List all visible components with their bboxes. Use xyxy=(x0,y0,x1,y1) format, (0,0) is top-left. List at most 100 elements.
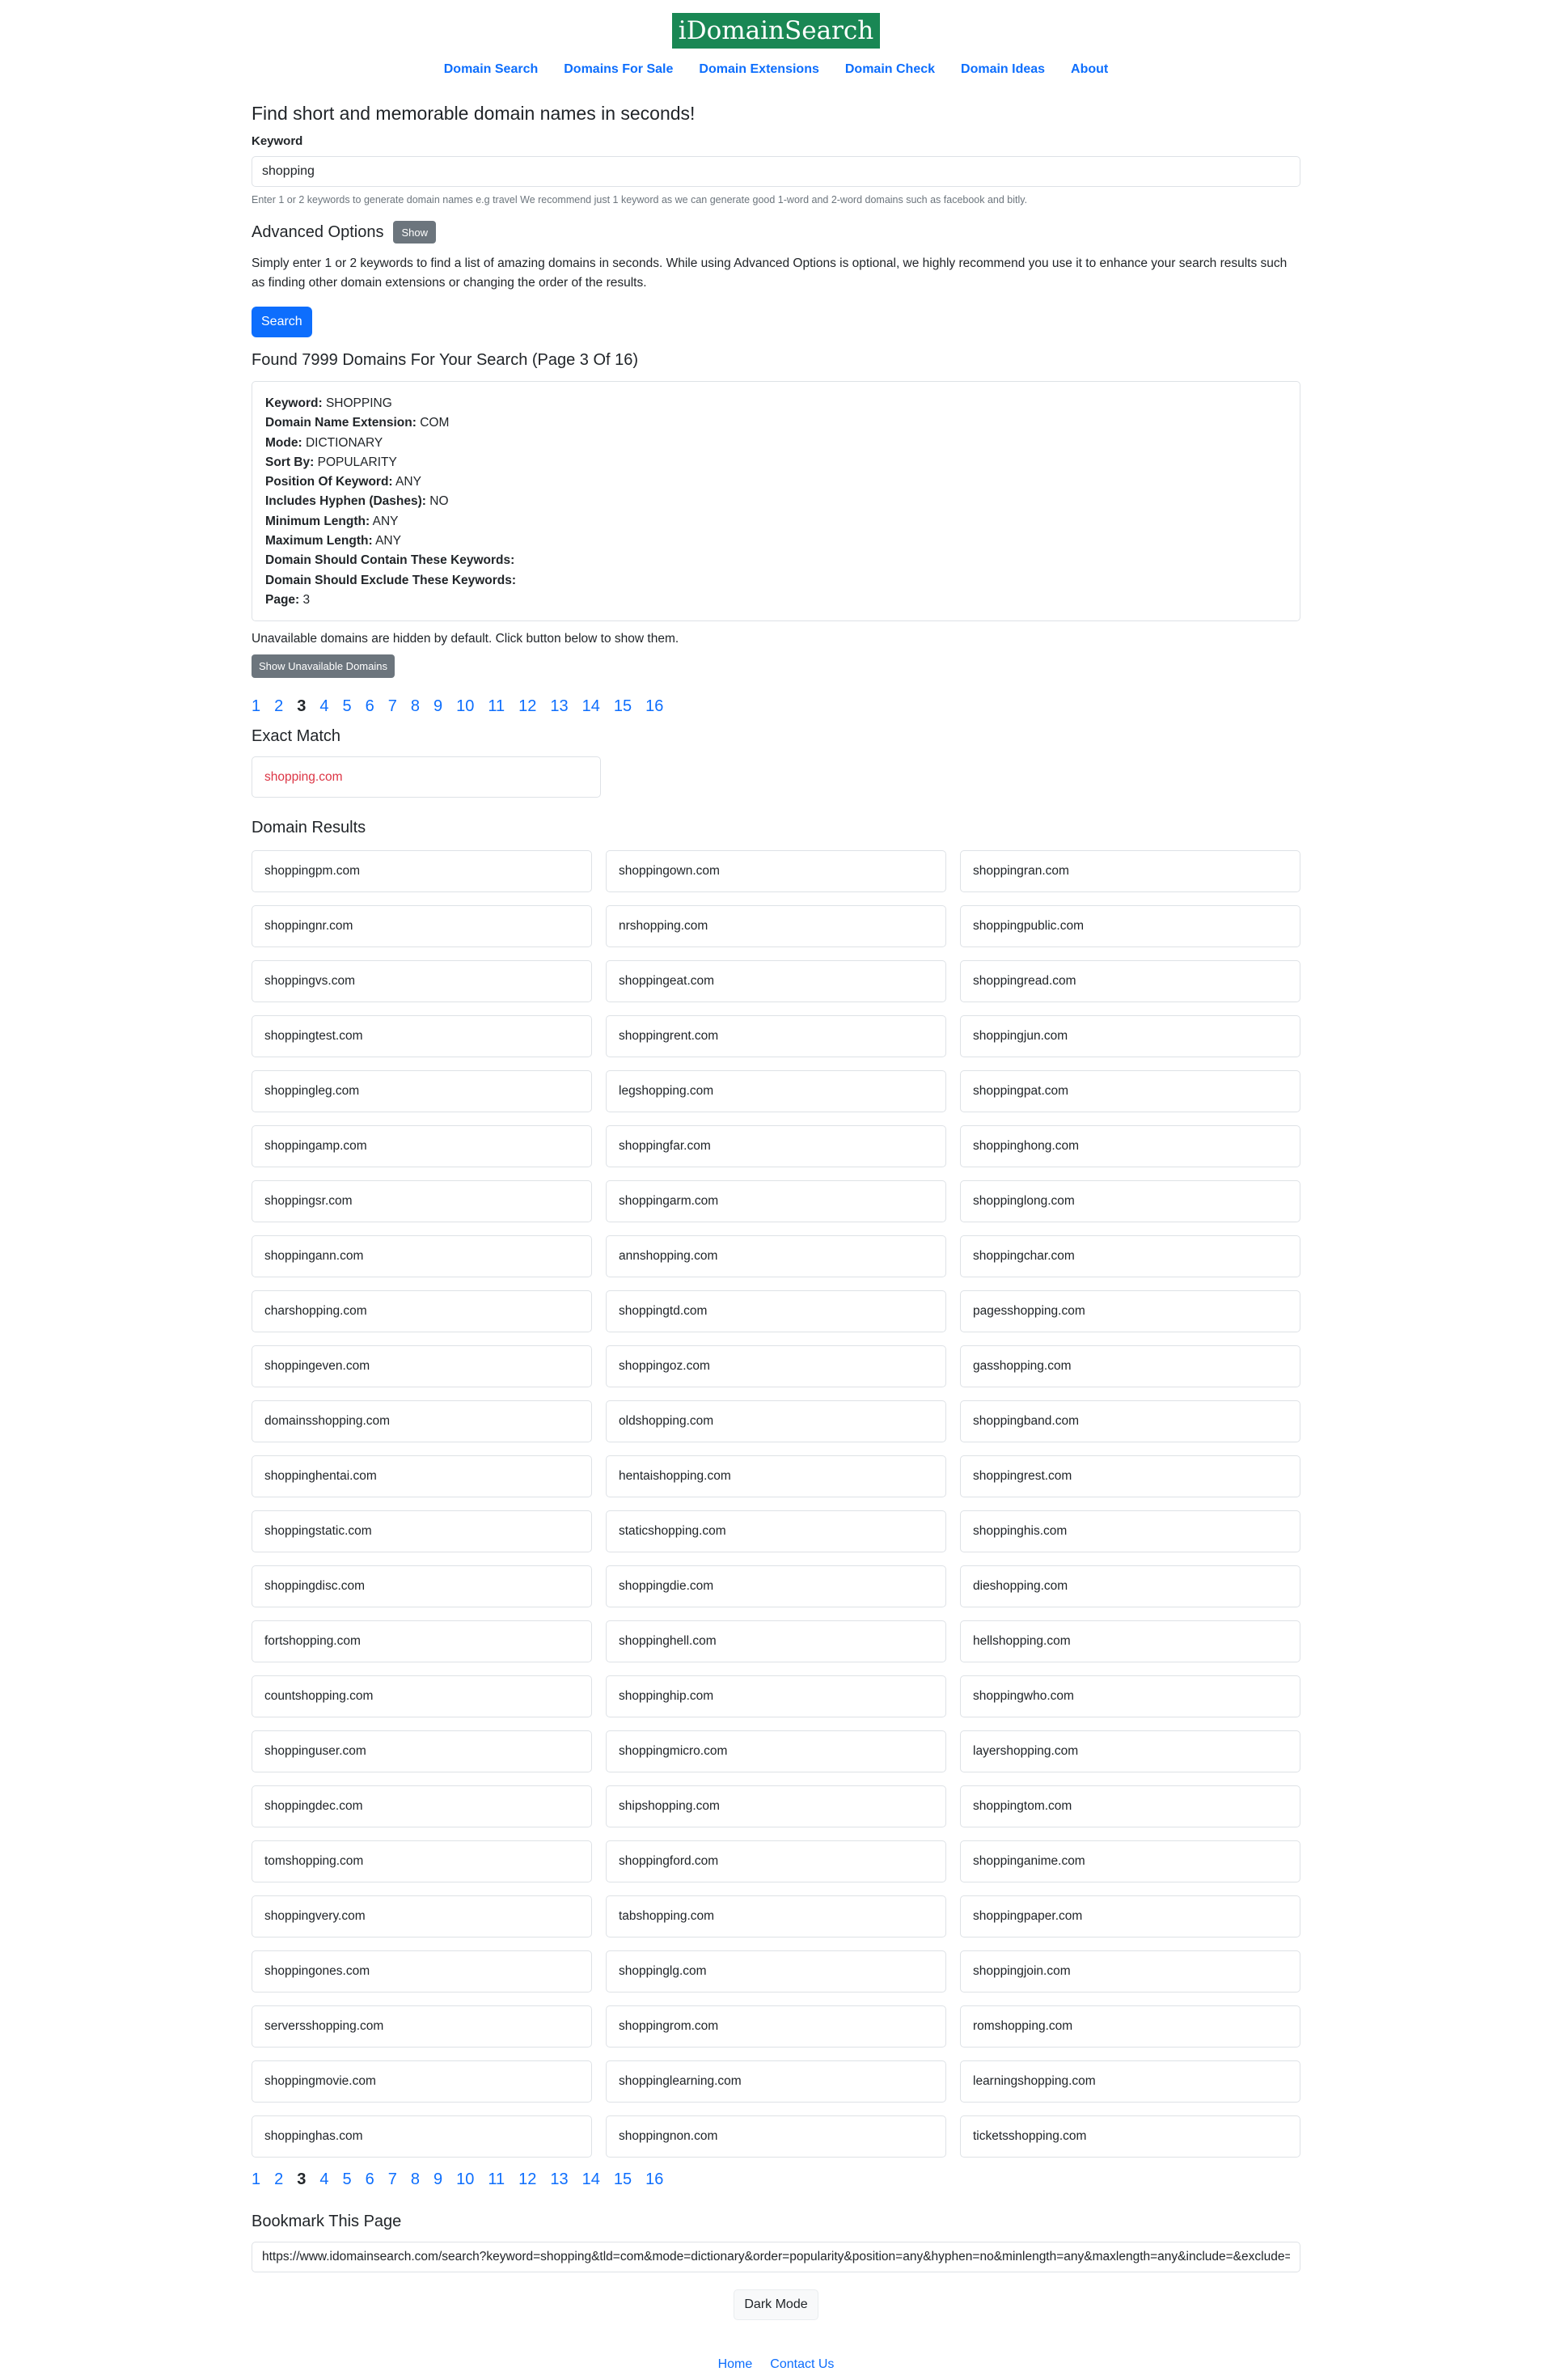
domain-result-item[interactable]: hentaishopping.com xyxy=(606,1455,946,1497)
dark-mode-button[interactable]: Dark Mode xyxy=(734,2289,818,2320)
domain-result-item[interactable]: shoppingmovie.com xyxy=(252,2060,592,2103)
domain-result-item[interactable]: shoppinglg.com xyxy=(606,1950,946,1993)
domain-result-item[interactable]: legshopping.com xyxy=(606,1070,946,1112)
page-link[interactable]: 5 xyxy=(343,696,352,717)
page-link[interactable]: 14 xyxy=(582,2169,600,2190)
domain-result-item[interactable]: learningshopping.com xyxy=(960,2060,1300,2103)
page-link[interactable]: 7 xyxy=(388,696,397,717)
domain-result-item[interactable]: nrshopping.com xyxy=(606,905,946,947)
page-link[interactable]: 11 xyxy=(488,696,505,717)
domain-result-item[interactable]: shoppingtom.com xyxy=(960,1785,1300,1827)
domain-result-item[interactable]: shoppinglearning.com xyxy=(606,2060,946,2103)
nav-link-domains-for-sale[interactable]: Domains For Sale xyxy=(551,61,686,78)
domain-result-item[interactable]: shoppingpublic.com xyxy=(960,905,1300,947)
domain-result-item[interactable]: shoppingamp.com xyxy=(252,1125,592,1167)
domain-result-item[interactable]: shoppingpm.com xyxy=(252,850,592,892)
domain-result-item[interactable]: shoppingtest.com xyxy=(252,1015,592,1057)
domain-result-item[interactable]: shoppingann.com xyxy=(252,1235,592,1277)
domain-result-item[interactable]: shoppingrom.com xyxy=(606,2005,946,2048)
page-link[interactable]: 10 xyxy=(456,2169,474,2190)
page-link[interactable]: 1 xyxy=(252,696,260,717)
domain-result-item[interactable]: shoppingread.com xyxy=(960,960,1300,1002)
domain-result-item[interactable]: annshopping.com xyxy=(606,1235,946,1277)
domain-result-item[interactable]: shoppingown.com xyxy=(606,850,946,892)
domain-result-item[interactable]: shipshopping.com xyxy=(606,1785,946,1827)
domain-result-item[interactable]: shoppingnon.com xyxy=(606,2115,946,2158)
domain-result-item[interactable]: shoppinghip.com xyxy=(606,1675,946,1717)
domain-result-item[interactable]: shoppingband.com xyxy=(960,1400,1300,1442)
domain-result-item[interactable]: shoppingchar.com xyxy=(960,1235,1300,1277)
domain-result-item[interactable]: shoppingvs.com xyxy=(252,960,592,1002)
page-link[interactable]: 4 xyxy=(319,2169,328,2190)
domain-result-item[interactable]: shoppinghong.com xyxy=(960,1125,1300,1167)
domain-result-item[interactable]: shoppingfar.com xyxy=(606,1125,946,1167)
page-link[interactable]: 1 xyxy=(252,2169,260,2190)
domain-result-item[interactable]: romshopping.com xyxy=(960,2005,1300,2048)
domain-result-item[interactable]: shoppingones.com xyxy=(252,1950,592,1993)
page-link[interactable]: 13 xyxy=(550,696,568,717)
domain-result-item[interactable]: shoppingleg.com xyxy=(252,1070,592,1112)
domain-result-item[interactable]: shoppingdie.com xyxy=(606,1565,946,1607)
nav-link-domain-extensions[interactable]: Domain Extensions xyxy=(686,61,831,78)
keyword-input[interactable] xyxy=(252,156,1300,187)
domain-result-item[interactable]: shoppingvery.com xyxy=(252,1895,592,1937)
domain-result-item[interactable]: dieshopping.com xyxy=(960,1565,1300,1607)
domain-result-item[interactable]: shoppinganime.com xyxy=(960,1840,1300,1882)
domain-result-item[interactable]: shoppingarm.com xyxy=(606,1180,946,1222)
domain-result-item[interactable]: shoppinglong.com xyxy=(960,1180,1300,1222)
show-unavailable-button[interactable]: Show Unavailable Domains xyxy=(252,654,395,678)
domain-result-item[interactable]: layershopping.com xyxy=(960,1730,1300,1772)
domain-result-item[interactable]: tabshopping.com xyxy=(606,1895,946,1937)
domain-result-item[interactable]: fortshopping.com xyxy=(252,1620,592,1662)
domain-result-item[interactable]: shoppingdec.com xyxy=(252,1785,592,1827)
search-button[interactable]: Search xyxy=(252,307,312,337)
domain-result-item[interactable]: shoppinghell.com xyxy=(606,1620,946,1662)
domain-result-item[interactable]: shoppingwho.com xyxy=(960,1675,1300,1717)
page-link[interactable]: 13 xyxy=(550,2169,568,2190)
page-link[interactable]: 12 xyxy=(518,696,536,717)
domain-result-item[interactable]: domainsshopping.com xyxy=(252,1400,592,1442)
nav-link-domain-search[interactable]: Domain Search xyxy=(431,61,551,78)
page-link[interactable]: 15 xyxy=(614,2169,632,2190)
exact-match-domain[interactable]: shopping.com xyxy=(252,756,601,798)
page-link[interactable]: 7 xyxy=(388,2169,397,2190)
domain-result-item[interactable]: shoppingmicro.com xyxy=(606,1730,946,1772)
domain-result-item[interactable]: shoppingran.com xyxy=(960,850,1300,892)
domain-result-item[interactable]: gasshopping.com xyxy=(960,1345,1300,1387)
domain-result-item[interactable]: charshopping.com xyxy=(252,1290,592,1332)
domain-result-item[interactable]: shoppingdisc.com xyxy=(252,1565,592,1607)
advanced-show-button[interactable]: Show xyxy=(393,221,436,244)
domain-result-item[interactable]: ticketsshopping.com xyxy=(960,2115,1300,2158)
domain-result-item[interactable]: shoppingrent.com xyxy=(606,1015,946,1057)
site-logo[interactable]: iDomainSearch xyxy=(671,13,881,49)
domain-result-item[interactable]: pagesshopping.com xyxy=(960,1290,1300,1332)
domain-result-item[interactable]: shoppinguser.com xyxy=(252,1730,592,1772)
footer-link-home[interactable]: Home xyxy=(718,2356,753,2374)
domain-result-item[interactable]: shoppingeven.com xyxy=(252,1345,592,1387)
nav-link-domain-check[interactable]: Domain Check xyxy=(832,61,948,78)
page-link[interactable]: 9 xyxy=(433,696,442,717)
domain-result-item[interactable]: shoppinghas.com xyxy=(252,2115,592,2158)
page-link[interactable]: 14 xyxy=(582,696,600,717)
page-link[interactable]: 8 xyxy=(411,696,420,717)
page-link[interactable]: 6 xyxy=(366,2169,374,2190)
page-link[interactable]: 2 xyxy=(274,2169,283,2190)
domain-result-item[interactable]: shoppingoz.com xyxy=(606,1345,946,1387)
bookmark-url-field[interactable] xyxy=(252,2242,1300,2272)
page-link[interactable]: 16 xyxy=(645,2169,663,2190)
domain-result-item[interactable]: shoppingrest.com xyxy=(960,1455,1300,1497)
page-link[interactable]: 5 xyxy=(343,2169,352,2190)
domain-result-item[interactable]: hellshopping.com xyxy=(960,1620,1300,1662)
nav-link-about[interactable]: About xyxy=(1058,61,1121,78)
page-link[interactable]: 8 xyxy=(411,2169,420,2190)
domain-result-item[interactable]: serversshopping.com xyxy=(252,2005,592,2048)
domain-result-item[interactable]: shoppingsr.com xyxy=(252,1180,592,1222)
page-link[interactable]: 10 xyxy=(456,696,474,717)
domain-result-item[interactable]: shoppingeat.com xyxy=(606,960,946,1002)
domain-result-item[interactable]: countshopping.com xyxy=(252,1675,592,1717)
domain-result-item[interactable]: oldshopping.com xyxy=(606,1400,946,1442)
domain-result-item[interactable]: shoppingnr.com xyxy=(252,905,592,947)
page-link[interactable]: 12 xyxy=(518,2169,536,2190)
page-link[interactable]: 2 xyxy=(274,696,283,717)
domain-result-item[interactable]: staticshopping.com xyxy=(606,1510,946,1552)
